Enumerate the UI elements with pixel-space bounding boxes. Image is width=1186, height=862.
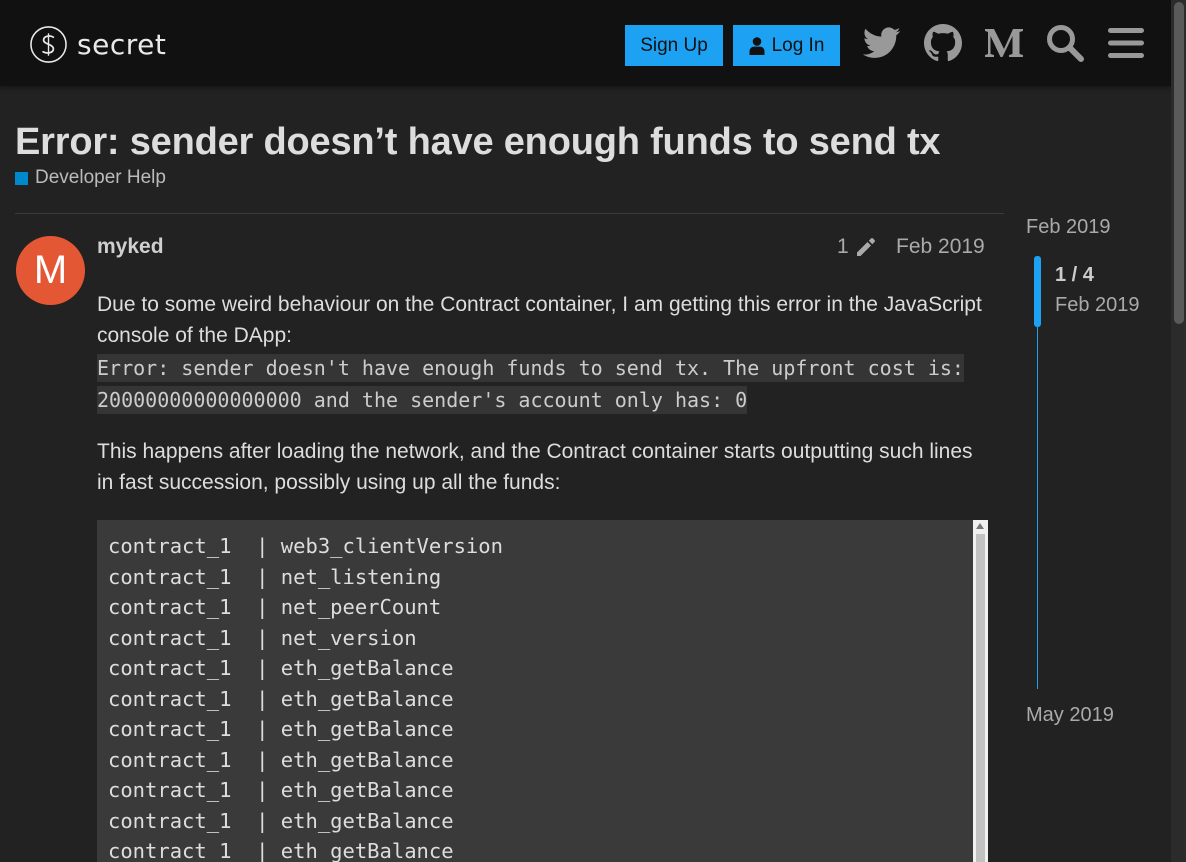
page-scrollbar-thumb[interactable] (1174, 2, 1184, 324)
code-block-content: contract_1 | web3_clientVersion contract… (108, 531, 503, 862)
logo-text: secret (77, 27, 167, 61)
post-paragraph: This happens after loading the network, … (97, 440, 973, 494)
log-in-label: Log In (771, 34, 825, 56)
post-username[interactable]: myked (97, 235, 164, 259)
github-icon[interactable] (920, 20, 966, 66)
code-line: contract_1 | net_peerCount (108, 595, 442, 619)
pencil-icon (856, 238, 875, 256)
code-line: contract_1 | eth_getBalance (108, 717, 454, 741)
user-icon (749, 36, 765, 55)
title-divider (15, 213, 1004, 214)
edit-history-button[interactable]: 1 (837, 235, 877, 259)
code-line: contract_1 | eth_getBalance (108, 778, 454, 802)
post-paragraph: Due to some weird behaviour on the Contr… (97, 293, 982, 347)
code-block-scrollbar-thumb[interactable] (976, 534, 985, 862)
log-in-button[interactable]: Log In (733, 25, 840, 66)
timeline-end-date[interactable]: May 2019 (1026, 704, 1114, 727)
code-block-scrollbar[interactable] (973, 520, 988, 862)
timeline-position: 1 / 4 (1055, 264, 1094, 286)
timeline-start-date[interactable]: Feb 2019 (1026, 216, 1111, 239)
site-header: secret Sign Up Log In (0, 0, 1171, 86)
scroll-up-arrow-icon[interactable] (976, 523, 984, 529)
timeline-handle[interactable] (1034, 256, 1041, 327)
medium-icon[interactable] (981, 20, 1027, 66)
edit-count: 1 (837, 235, 849, 258)
page-scrollbar[interactable] (1171, 0, 1186, 862)
inline-error-code: Error: sender doesn't have enough funds … (97, 354, 964, 414)
code-line: contract_1 | web3_clientVersion (108, 534, 503, 558)
secret-logo-icon (30, 25, 67, 63)
code-line: contract_1 | net_version (108, 625, 417, 650)
code-line: contract_1 | eth_getBalance (108, 808, 454, 833)
hamburger-menu-icon[interactable] (1103, 20, 1149, 66)
topic-title[interactable]: Error: sender doesn’t have enough funds … (15, 121, 941, 164)
code-block[interactable]: contract_1 | web3_clientVersion contract… (97, 520, 988, 862)
post-date[interactable]: Feb 2019 (896, 235, 985, 259)
code-line: contract_1 | eth_getBalance (108, 839, 454, 862)
category-name: Developer Help (35, 167, 166, 188)
code-line: contract_1 | net_listening (108, 564, 442, 589)
code-line: contract_1 | eth_getBalance (108, 656, 454, 680)
avatar[interactable]: M (16, 236, 85, 305)
search-icon[interactable] (1042, 20, 1088, 66)
category-color-square (15, 171, 28, 185)
category-badge[interactable]: Developer Help (15, 167, 166, 189)
site-logo[interactable]: secret (29, 24, 166, 64)
sign-up-button[interactable]: Sign Up (625, 25, 723, 66)
twitter-icon[interactable] (859, 20, 905, 66)
code-line: contract_1 | eth_getBalance (108, 747, 454, 772)
timeline-position-date: Feb 2019 (1055, 294, 1140, 316)
code-line: contract_1 | eth_getBalance (108, 686, 454, 711)
